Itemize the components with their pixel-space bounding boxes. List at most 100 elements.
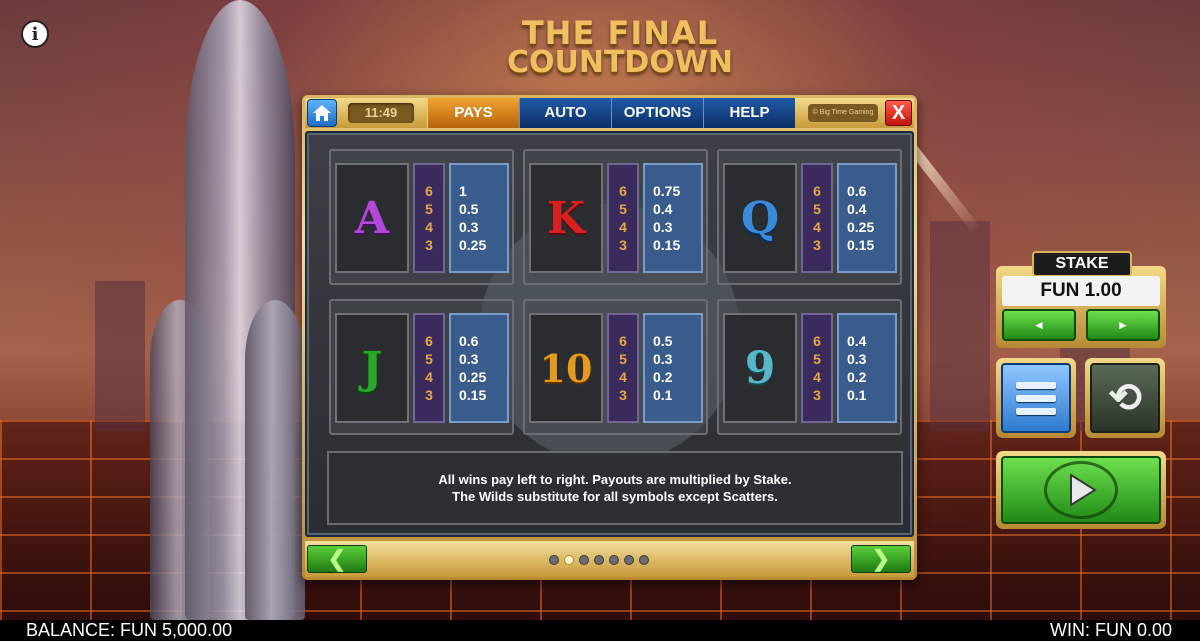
- tab-auto[interactable]: AUTO: [519, 98, 611, 128]
- match-counts: 6 5 4 3: [413, 163, 445, 273]
- match-counts: 6 5 4 3: [607, 313, 639, 423]
- next-page-button[interactable]: ❯: [851, 545, 911, 573]
- payout: 0.3: [653, 351, 673, 367]
- tab-options[interactable]: OPTIONS: [611, 98, 703, 128]
- balance-label: BALANCE: FUN 5,000.00: [26, 620, 233, 640]
- symbol-j: J: [335, 313, 409, 423]
- payouts: 0.5 0.3 0.2 0.1: [643, 313, 703, 423]
- payout: 0.15: [847, 237, 875, 253]
- count: 4: [813, 369, 821, 385]
- menu-icon: [1001, 363, 1071, 433]
- stake-label: STAKE: [1032, 251, 1132, 277]
- count: 6: [619, 183, 627, 199]
- background-building: [95, 281, 145, 431]
- count: 4: [813, 219, 821, 235]
- count: 5: [619, 201, 627, 217]
- symbol-10-label: 10: [539, 345, 593, 391]
- stake-decrease-button[interactable]: ◄: [1002, 309, 1076, 341]
- status-bar: BALANCE: FUN 5,000.00 WIN: FUN 0.00: [0, 620, 1200, 641]
- info-icon[interactable]: i: [21, 20, 49, 48]
- paytable-content: A 6 5 4 3 1 0.5 0.3 0.25 K 6 5 4 3 0.75 …: [305, 131, 914, 537]
- arrow-left-icon: ◄: [1033, 318, 1045, 332]
- count: 5: [425, 201, 433, 217]
- autoplay-button[interactable]: ⟲: [1085, 358, 1165, 438]
- symbol-10: 10: [529, 313, 603, 423]
- paytable-card: 10 6 5 4 3 0.5 0.3 0.2 0.1: [523, 299, 708, 435]
- repeat-icon: ⟲: [1090, 363, 1160, 433]
- page-dot[interactable]: [594, 555, 604, 565]
- paytable-card: A 6 5 4 3 1 0.5 0.3 0.25: [329, 149, 514, 285]
- spin-button-face: [1001, 456, 1161, 524]
- symbol-9-label: 9: [744, 342, 776, 394]
- count: 4: [619, 369, 627, 385]
- symbol-9: 9: [723, 313, 797, 423]
- rules-line-1: All wins pay left to right. Payouts are …: [438, 472, 792, 487]
- count: 3: [425, 237, 433, 253]
- count: 6: [813, 183, 821, 199]
- payouts: 0.6 0.4 0.25 0.15: [837, 163, 897, 273]
- stake-value: FUN 1.00: [1002, 276, 1160, 306]
- count: 6: [813, 333, 821, 349]
- arrow-right-icon: ►: [1117, 318, 1129, 332]
- symbol-q-label: Q: [740, 192, 780, 244]
- background-building: [930, 221, 990, 431]
- payout: 0.4: [847, 333, 867, 349]
- payout: 0.25: [847, 219, 875, 235]
- payout: 0.2: [847, 369, 867, 385]
- symbol-a: A: [335, 163, 409, 273]
- payout: 0.6: [459, 333, 479, 349]
- count: 3: [813, 387, 821, 403]
- match-counts: 6 5 4 3: [413, 313, 445, 423]
- rules-line-2: The Wilds substitute for all symbols exc…: [452, 489, 778, 504]
- payout: 0.3: [847, 351, 867, 367]
- rules-description: All wins pay left to right. Payouts are …: [327, 451, 903, 525]
- page-navigation: ❮ ❯: [305, 541, 914, 577]
- page-dot[interactable]: [579, 555, 589, 565]
- panel-topbar: 11:49 PAYS AUTO OPTIONS HELP © Big Time …: [305, 98, 914, 128]
- page-dot[interactable]: [609, 555, 619, 565]
- spin-button[interactable]: [996, 451, 1166, 529]
- count: 6: [425, 333, 433, 349]
- count: 3: [619, 237, 627, 253]
- page-dot-active[interactable]: [564, 555, 574, 565]
- payout: 0.3: [653, 219, 673, 235]
- count: 4: [425, 219, 433, 235]
- home-button[interactable]: [307, 99, 337, 127]
- payout: 0.1: [847, 387, 867, 403]
- match-counts: 6 5 4 3: [801, 313, 833, 423]
- page-dots: [549, 555, 649, 565]
- close-button[interactable]: X: [885, 100, 912, 126]
- payout: 1: [459, 183, 467, 199]
- paytable-card: Q 6 5 4 3 0.6 0.4 0.25 0.15: [717, 149, 902, 285]
- count: 5: [619, 351, 627, 367]
- count: 4: [425, 369, 433, 385]
- payout: 0.5: [459, 201, 479, 217]
- page-dot[interactable]: [624, 555, 634, 565]
- tab-pays[interactable]: PAYS: [427, 98, 519, 128]
- page-dot[interactable]: [549, 555, 559, 565]
- payout: 0.15: [653, 237, 681, 253]
- count: 5: [813, 201, 821, 217]
- payouts: 0.75 0.4 0.3 0.15: [643, 163, 703, 273]
- count: 6: [425, 183, 433, 199]
- symbol-a-label: A: [354, 192, 390, 244]
- payouts: 0.4 0.3 0.2 0.1: [837, 313, 897, 423]
- stake-increase-button[interactable]: ►: [1086, 309, 1160, 341]
- payout: 0.4: [847, 201, 867, 217]
- paytable-panel: 11:49 PAYS AUTO OPTIONS HELP © Big Time …: [302, 95, 917, 580]
- symbol-q: Q: [723, 163, 797, 273]
- paytable-card: K 6 5 4 3 0.75 0.4 0.3 0.15: [523, 149, 708, 285]
- prev-page-button[interactable]: ❮: [307, 545, 367, 573]
- payout: 0.3: [459, 351, 479, 367]
- symbol-k-label: K: [546, 192, 586, 244]
- symbol-k: K: [529, 163, 603, 273]
- symbol-j-label: J: [361, 342, 383, 394]
- paytable-card: 9 6 5 4 3 0.4 0.3 0.2 0.1: [717, 299, 902, 435]
- logo-line-2: COUNTDOWN: [506, 45, 734, 80]
- paytable-card: J 6 5 4 3 0.6 0.3 0.25 0.15: [329, 299, 514, 435]
- page-dot[interactable]: [639, 555, 649, 565]
- payout: 0.6: [847, 183, 867, 199]
- tab-help[interactable]: HELP: [703, 98, 795, 128]
- payout: 0.2: [653, 369, 673, 385]
- menu-button[interactable]: [996, 358, 1076, 438]
